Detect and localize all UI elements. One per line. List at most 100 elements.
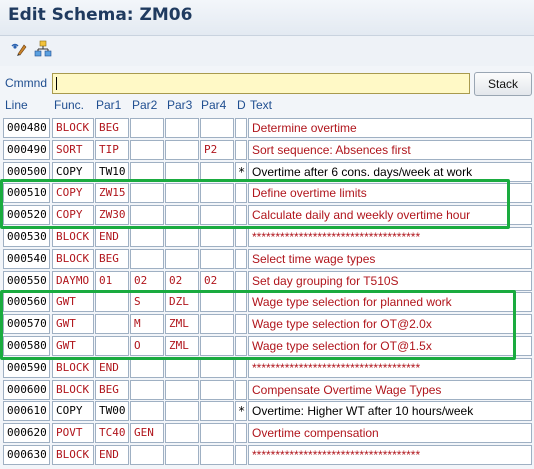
par2-cell[interactable] bbox=[130, 227, 164, 247]
par3-cell[interactable] bbox=[165, 445, 199, 465]
stack-button[interactable]: Stack bbox=[474, 72, 532, 96]
d-cell[interactable] bbox=[235, 270, 247, 291]
par3-cell[interactable] bbox=[165, 161, 199, 182]
par3-cell[interactable]: ZML bbox=[165, 336, 199, 356]
d-cell[interactable] bbox=[235, 292, 247, 313]
d-cell[interactable] bbox=[235, 248, 247, 269]
par1-cell[interactable] bbox=[95, 314, 129, 335]
command-input[interactable] bbox=[52, 73, 470, 94]
text-cell[interactable]: Overtime: Higher WT after 10 hours/week bbox=[248, 401, 532, 422]
d-cell[interactable] bbox=[235, 423, 247, 444]
par2-cell[interactable]: M bbox=[130, 314, 164, 335]
par3-cell[interactable]: DZL bbox=[165, 292, 199, 313]
func-cell[interactable]: BLOCK bbox=[52, 118, 94, 138]
par3-cell[interactable] bbox=[165, 357, 199, 378]
par1-cell[interactable]: TW00 bbox=[95, 401, 129, 422]
par1-cell[interactable]: END bbox=[95, 357, 129, 378]
line-cell[interactable]: 000490 bbox=[3, 139, 50, 160]
par1-cell[interactable]: 01 bbox=[95, 270, 129, 291]
par3-cell[interactable] bbox=[165, 118, 199, 138]
par2-cell[interactable] bbox=[130, 401, 164, 422]
text-cell[interactable]: ************************************ bbox=[248, 227, 532, 247]
func-cell[interactable]: BLOCK bbox=[52, 357, 94, 378]
d-cell[interactable] bbox=[235, 314, 247, 335]
par2-cell[interactable]: S bbox=[130, 292, 164, 313]
func-cell[interactable]: GWT bbox=[52, 292, 94, 313]
par1-cell[interactable]: BEG bbox=[95, 118, 129, 138]
text-cell[interactable]: Overtime after 6 cons. days/week at work bbox=[248, 161, 532, 182]
par2-cell[interactable] bbox=[130, 205, 164, 226]
par4-cell[interactable] bbox=[200, 379, 234, 400]
par3-cell[interactable]: 02 bbox=[165, 270, 199, 291]
par4-cell[interactable] bbox=[200, 248, 234, 269]
hierarchy-icon[interactable] bbox=[34, 40, 52, 58]
par3-cell[interactable] bbox=[165, 205, 199, 226]
par4-cell[interactable] bbox=[200, 357, 234, 378]
text-cell[interactable]: Set day grouping for T510S bbox=[248, 270, 532, 291]
func-cell[interactable]: COPY bbox=[52, 183, 94, 204]
func-cell[interactable]: GWT bbox=[52, 336, 94, 356]
par4-cell[interactable]: 02 bbox=[200, 270, 234, 291]
par4-cell[interactable] bbox=[200, 292, 234, 313]
d-cell[interactable] bbox=[235, 183, 247, 204]
par2-cell[interactable] bbox=[130, 183, 164, 204]
par3-cell[interactable]: ZML bbox=[165, 314, 199, 335]
line-cell[interactable]: 000500 bbox=[3, 161, 50, 182]
line-cell[interactable]: 000590 bbox=[3, 357, 50, 378]
func-cell[interactable]: DAYMO bbox=[52, 270, 94, 291]
par2-cell[interactable]: 02 bbox=[130, 270, 164, 291]
par1-cell[interactable]: ZW15 bbox=[95, 183, 129, 204]
par1-cell[interactable]: END bbox=[95, 227, 129, 247]
par4-cell[interactable] bbox=[200, 336, 234, 356]
d-cell[interactable] bbox=[235, 336, 247, 356]
line-cell[interactable]: 000570 bbox=[3, 314, 50, 335]
d-cell[interactable] bbox=[235, 139, 247, 160]
text-cell[interactable]: Wage type selection for planned work bbox=[248, 292, 532, 313]
d-cell[interactable] bbox=[235, 445, 247, 465]
line-cell[interactable]: 000620 bbox=[3, 423, 50, 444]
text-cell[interactable]: Compensate Overtime Wage Types bbox=[248, 379, 532, 400]
par3-cell[interactable] bbox=[165, 227, 199, 247]
line-cell[interactable]: 000550 bbox=[3, 270, 50, 291]
par2-cell[interactable]: GEN bbox=[130, 423, 164, 444]
func-cell[interactable]: BLOCK bbox=[52, 248, 94, 269]
par2-cell[interactable] bbox=[130, 248, 164, 269]
text-cell[interactable]: Overtime compensation bbox=[248, 423, 532, 444]
par2-cell[interactable] bbox=[130, 139, 164, 160]
line-cell[interactable]: 000510 bbox=[3, 183, 50, 204]
d-cell[interactable] bbox=[235, 205, 247, 226]
par1-cell[interactable]: END bbox=[95, 445, 129, 465]
text-cell[interactable]: Calculate daily and weekly overtime hour bbox=[248, 205, 532, 226]
par4-cell[interactable] bbox=[200, 401, 234, 422]
text-cell[interactable]: Determine overtime bbox=[248, 118, 532, 138]
par3-cell[interactable] bbox=[165, 401, 199, 422]
func-cell[interactable]: BLOCK bbox=[52, 379, 94, 400]
line-cell[interactable]: 000600 bbox=[3, 379, 50, 400]
func-cell[interactable]: BLOCK bbox=[52, 445, 94, 465]
par2-cell[interactable] bbox=[130, 357, 164, 378]
display-change-icon[interactable] bbox=[10, 40, 28, 58]
par2-cell[interactable] bbox=[130, 379, 164, 400]
par4-cell[interactable] bbox=[200, 314, 234, 335]
line-cell[interactable]: 000480 bbox=[3, 118, 50, 138]
func-cell[interactable]: COPY bbox=[52, 161, 94, 182]
par2-cell[interactable] bbox=[130, 118, 164, 138]
par4-cell[interactable] bbox=[200, 118, 234, 138]
par1-cell[interactable]: BEG bbox=[95, 379, 129, 400]
par3-cell[interactable] bbox=[165, 423, 199, 444]
d-cell[interactable]: * bbox=[235, 161, 247, 182]
line-cell[interactable]: 000580 bbox=[3, 336, 50, 356]
func-cell[interactable]: POVT bbox=[52, 423, 94, 444]
par4-cell[interactable]: P2 bbox=[200, 139, 234, 160]
par1-cell[interactable] bbox=[95, 336, 129, 356]
func-cell[interactable]: COPY bbox=[52, 401, 94, 422]
line-cell[interactable]: 000630 bbox=[3, 445, 50, 465]
line-cell[interactable]: 000540 bbox=[3, 248, 50, 269]
par1-cell[interactable]: TIP bbox=[95, 139, 129, 160]
text-cell[interactable]: ************************************ bbox=[248, 445, 532, 465]
text-cell[interactable]: ************************************ bbox=[248, 357, 532, 378]
par4-cell[interactable] bbox=[200, 183, 234, 204]
par2-cell[interactable] bbox=[130, 161, 164, 182]
line-cell[interactable]: 000610 bbox=[3, 401, 50, 422]
func-cell[interactable]: COPY bbox=[52, 205, 94, 226]
